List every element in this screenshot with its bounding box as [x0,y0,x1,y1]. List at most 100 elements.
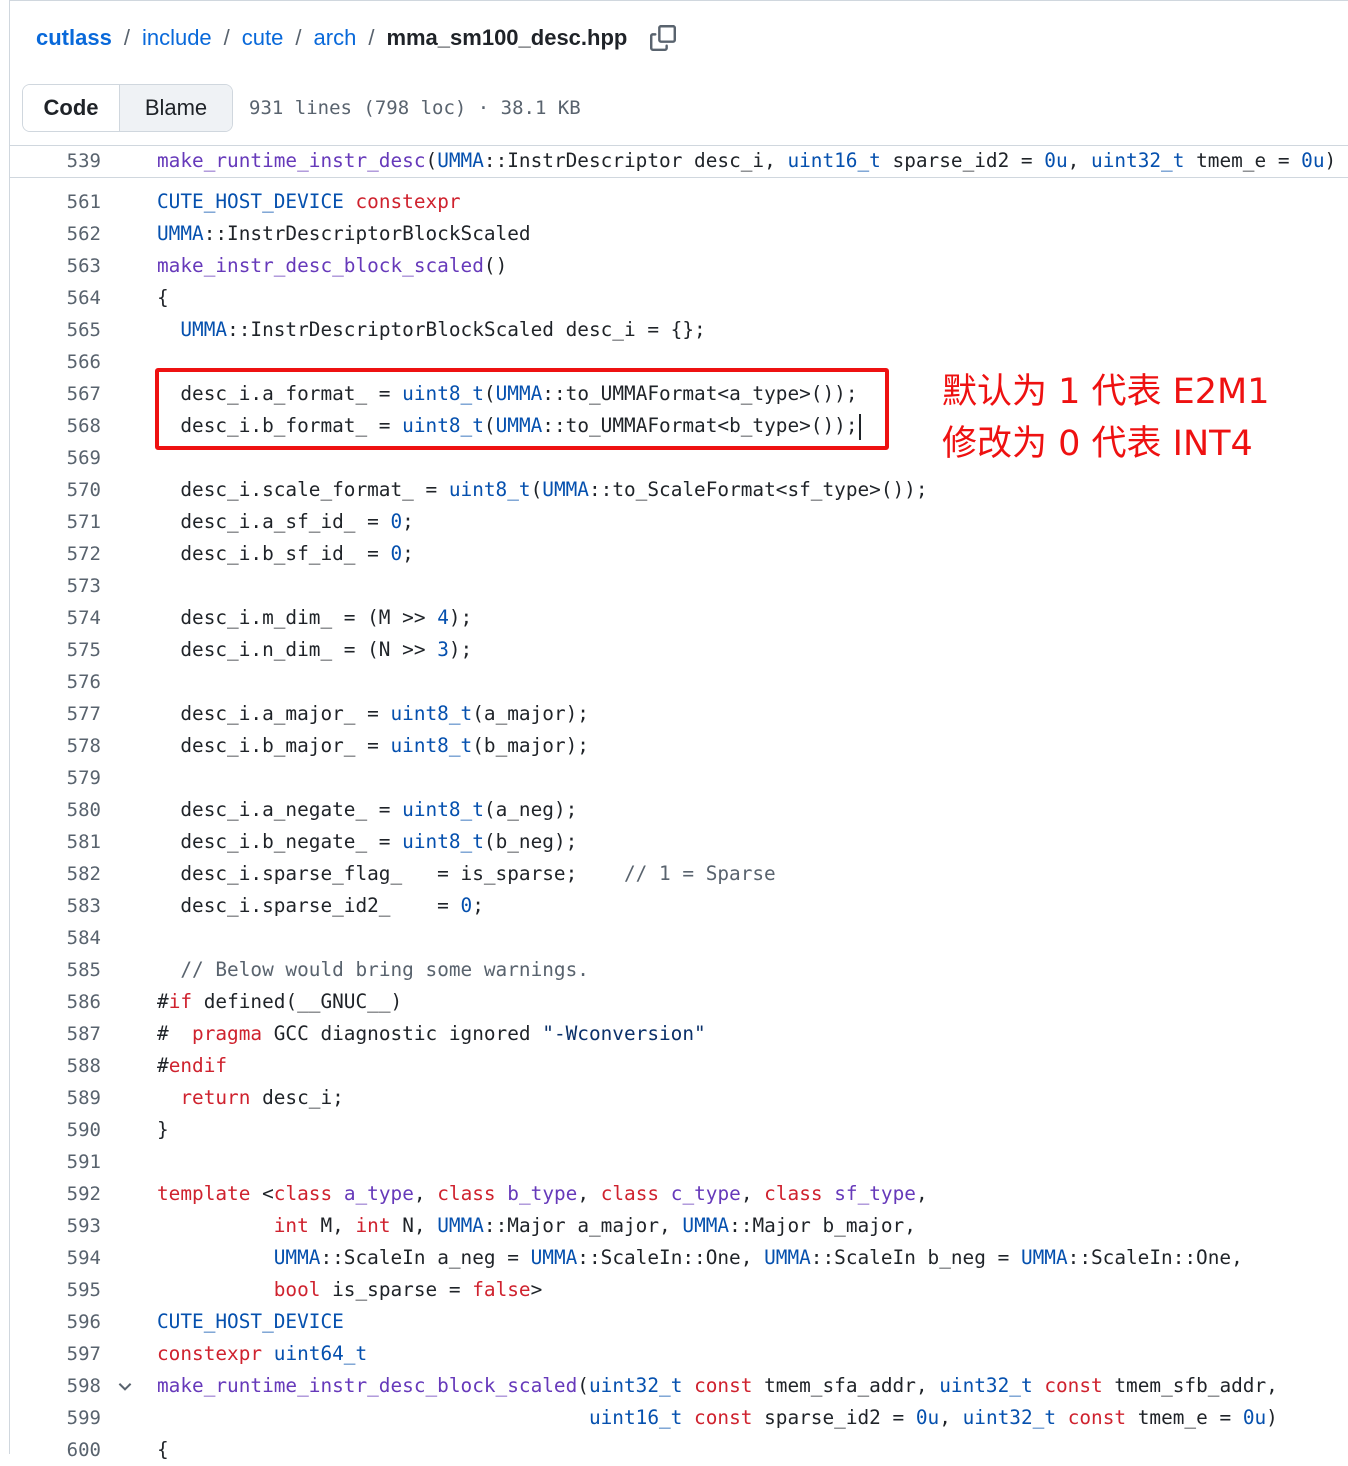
line-number[interactable]: 562 [10,218,101,250]
code-line: 594 UMMA::ScaleIn a_neg = UMMA::ScaleIn:… [10,1242,1348,1274]
line-number[interactable]: 563 [10,250,101,282]
code-text: template <class a_type, class b_type, cl… [157,1182,928,1205]
breadcrumb-include-link[interactable]: include [142,25,212,51]
line-number[interactable]: 561 [10,186,101,218]
code-text: return desc_i; [180,1086,344,1109]
line-number[interactable]: 577 [10,698,101,730]
code-text: #endif [157,1054,228,1077]
code-text: desc_i.sparse_flag_ = is_sparse; // 1 = … [157,862,776,885]
line-number[interactable]: 565 [10,314,101,346]
code-text: uint16_t const sparse_id2 = 0u, uint32_t… [588,1406,1278,1429]
code-text: desc_i.b_major_ = uint8_t(b_major); [157,734,589,757]
code-line: 573 [10,570,1348,602]
code-line: 599 uint16_t const sparse_id2 = 0u, uint… [10,1402,1348,1434]
code-line: 591 [10,1146,1348,1178]
line-number[interactable]: 579 [10,762,101,794]
line-number[interactable]: 583 [10,890,101,922]
code-text: } [157,1118,169,1141]
line-number[interactable]: 595 [10,1274,101,1306]
copy-path-icon[interactable] [649,24,677,52]
code-line: 584 [10,922,1348,954]
code-text: UMMA::InstrDescriptorBlockScaled desc_i … [180,318,706,341]
fold-chevron-icon[interactable] [116,1377,134,1395]
line-number[interactable]: 592 [10,1178,101,1210]
line-number[interactable]: 598 [10,1370,101,1402]
code-line: 574 desc_i.m_dim_ = (M >> 4); [10,602,1348,634]
code-line: 576 [10,666,1348,698]
line-number[interactable]: 585 [10,954,101,986]
line-number[interactable]: 566 [10,346,101,378]
code-line: 590} [10,1114,1348,1146]
code-text: desc_i.a_major_ = uint8_t(a_major); [157,702,589,725]
code-text: UMMA::InstrDescriptorBlockScaled [157,222,531,245]
code-text: desc_i.n_dim_ = (N >> 3); [157,638,473,661]
line-number[interactable]: 582 [10,858,101,890]
sticky-scope-header[interactable]: 539 make_runtime_instr_desc(UMMA::InstrD… [10,146,1348,176]
breadcrumb-separator: / [295,25,302,50]
line-number[interactable]: 581 [10,826,101,858]
line-number[interactable]: 600 [10,1434,101,1466]
line-number[interactable]: 587 [10,1018,101,1050]
code-text: make_runtime_instr_desc_block_scaled(uin… [157,1374,1278,1397]
line-number[interactable]: 588 [10,1050,101,1082]
line-number[interactable]: 571 [10,506,101,538]
line-number[interactable]: 569 [10,442,101,474]
line-number[interactable]: 575 [10,634,101,666]
line-number[interactable]: 568 [10,410,101,442]
line-number[interactable]: 576 [10,666,101,698]
line-number[interactable]: 578 [10,730,101,762]
line-number[interactable]: 574 [10,602,101,634]
line-number[interactable]: 572 [10,538,101,570]
code-line: 565 UMMA::InstrDescriptorBlockScaled des… [10,314,1348,346]
code-line: 581 desc_i.b_negate_ = uint8_t(b_neg); [10,826,1348,858]
line-number[interactable]: 584 [10,922,101,954]
code-line: 586 #if defined(__GNUC__) [10,986,1348,1018]
annotation-note: 默认为 1 代表 E2M1 修改为 0 代表 INT4 [942,366,1270,470]
line-number[interactable]: 590 [10,1114,101,1146]
code-line: 577 desc_i.a_major_ = uint8_t(a_major); [10,698,1348,730]
code-text: bool is_sparse = false> [273,1278,543,1301]
code-line: 570 desc_i.scale_format_ = uint8_t(UMMA:… [10,474,1348,506]
code-line: 589 return desc_i; [10,1082,1348,1114]
code-line: 600 { [10,1434,1348,1466]
line-number[interactable]: 564 [10,282,101,314]
line-number[interactable]: 567 [10,378,101,410]
code-line: 592 template <class a_type, class b_type,… [10,1178,1348,1210]
line-number[interactable]: 580 [10,794,101,826]
frame-border-top [9,0,1348,1]
code-text: // Below would bring some warnings. [180,958,589,981]
blame-tab-button[interactable]: Blame [120,85,232,131]
line-number[interactable]: 597 [10,1338,101,1370]
line-number[interactable]: 539 [10,146,101,176]
line-number[interactable]: 599 [10,1402,101,1434]
line-number[interactable]: 594 [10,1242,101,1274]
code-line: 588 #endif [10,1050,1348,1082]
breadcrumb-separator: / [223,25,230,50]
annotation-highlight-box [155,368,889,450]
code-text: desc_i.m_dim_ = (M >> 4); [157,606,473,629]
file-toolbar: Code Blame 931 lines (798 loc) · 38.1 KB [22,84,581,132]
code-line: 595 bool is_sparse = false> [10,1274,1348,1306]
line-number[interactable]: 591 [10,1146,101,1178]
line-number[interactable]: 593 [10,1210,101,1242]
line-number[interactable]: 596 [10,1306,101,1338]
breadcrumb-repo-link[interactable]: cutlass [36,25,112,51]
code-line: 582 desc_i.sparse_flag_ = is_sparse; // … [10,858,1348,890]
line-number[interactable]: 573 [10,570,101,602]
code-line: 597 constexpr uint64_t [10,1338,1348,1370]
code-line: 598 make_runtime_instr_desc_block_scaled(… [10,1370,1348,1402]
line-number[interactable]: 589 [10,1082,101,1114]
code-text: desc_i.a_sf_id_ = 0; [157,510,414,533]
breadcrumb-separator: / [368,25,375,50]
code-text: { [157,1438,169,1461]
code-line: 593 int M, int N, UMMA::Major a_major, U… [10,1210,1348,1242]
annotation-line-2: 修改为 0 代表 INT4 [942,424,1253,464]
code-tab-button[interactable]: Code [23,85,120,131]
breadcrumb-file-name: mma_sm100_desc.hpp [386,25,628,50]
code-line: 571 desc_i.a_sf_id_ = 0; [10,506,1348,538]
breadcrumb-cute-link[interactable]: cute [242,25,284,51]
line-number[interactable]: 570 [10,474,101,506]
line-number[interactable]: 586 [10,986,101,1018]
annotation-line-1: 默认为 1 代表 E2M1 [942,372,1270,412]
breadcrumb-arch-link[interactable]: arch [314,25,357,51]
